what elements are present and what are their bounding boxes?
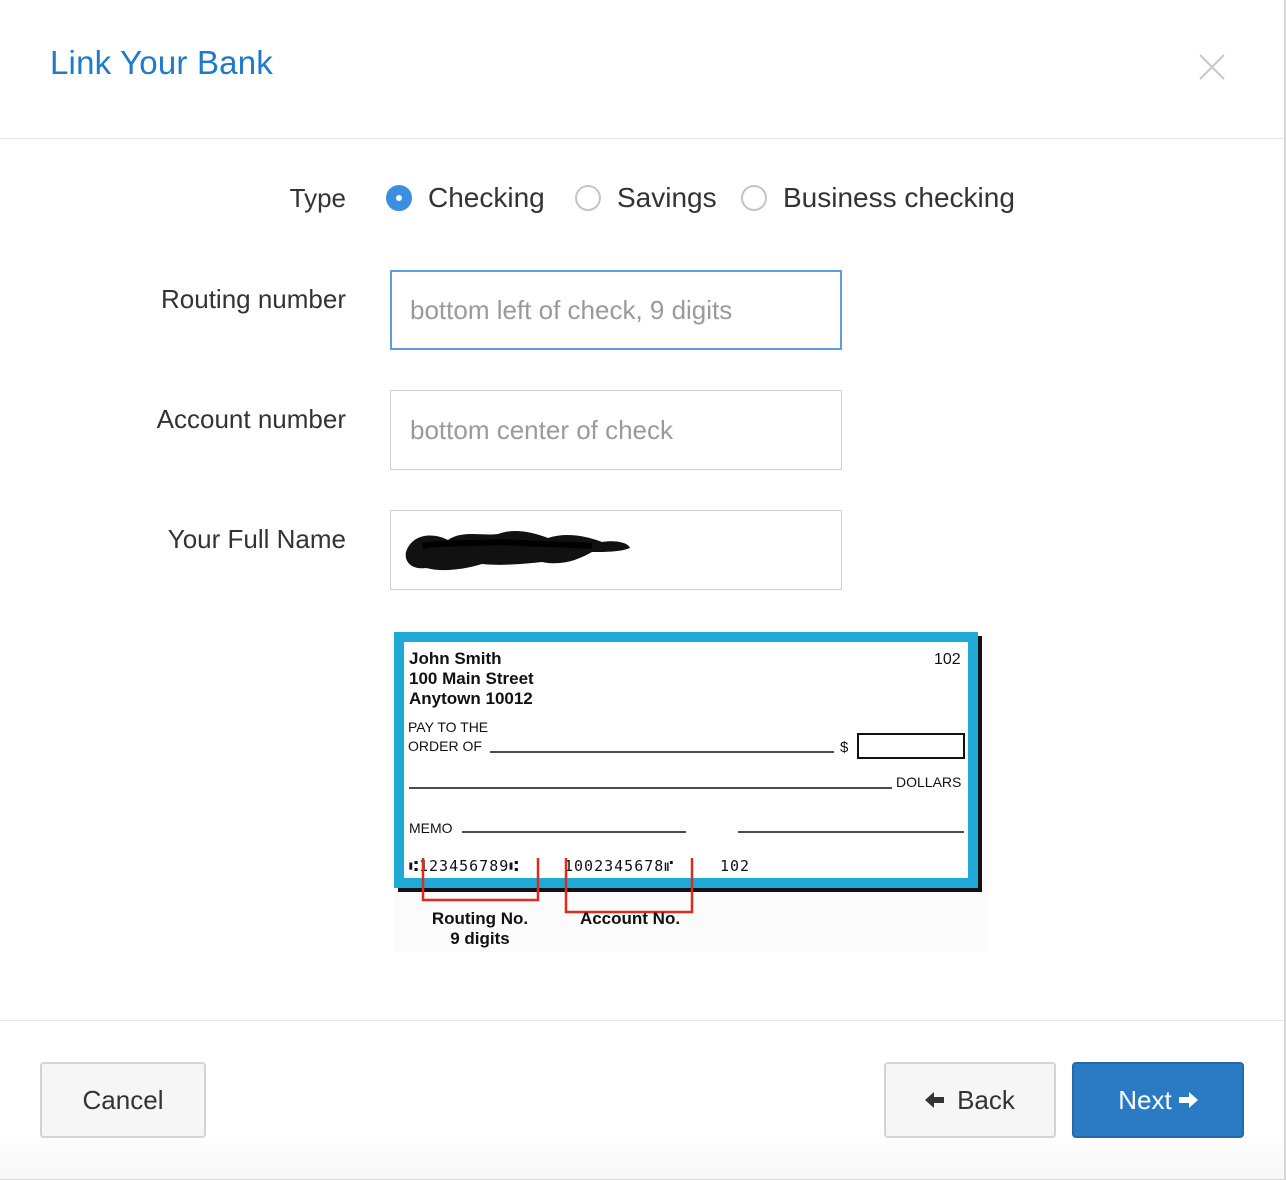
- radio-label: Checking: [428, 182, 545, 213]
- check-name: John Smith: [409, 649, 502, 668]
- account-number-input[interactable]: [390, 390, 842, 470]
- micr-routing: ⑆123456789⑆: [409, 857, 519, 875]
- pay-to-line-2: ORDER OF: [408, 738, 482, 754]
- routing-digits-caption: 9 digits: [450, 929, 510, 948]
- radio-checking[interactable]: Checking: [386, 182, 545, 214]
- routing-number-label: Routing number: [161, 284, 346, 314]
- routing-caption: Routing No.: [432, 909, 528, 928]
- cancel-label: Cancel: [82, 1084, 164, 1115]
- check-number: 102: [934, 651, 961, 668]
- radio-unchecked-icon: [575, 185, 601, 211]
- radio-savings[interactable]: Savings: [575, 182, 717, 214]
- back-label: Back: [957, 1084, 1015, 1115]
- radio-unchecked-icon: [741, 185, 767, 211]
- modal-header: Link Your Bank: [0, 0, 1284, 139]
- next-button[interactable]: Next: [1072, 1062, 1244, 1138]
- check-city: Anytown 10012: [409, 689, 533, 708]
- micr-check-number: 102: [720, 857, 750, 875]
- redacted-name-scribble: [405, 531, 630, 571]
- memo-label: MEMO: [409, 820, 453, 836]
- link-bank-modal: Link Your Bank Type Checking Savings Bus…: [0, 0, 1286, 1180]
- micr-account: 1002345678⑈: [564, 857, 674, 875]
- arrow-left-icon: [925, 1092, 945, 1108]
- dollar-sign: $: [840, 739, 849, 756]
- modal-title: Link Your Bank: [50, 44, 273, 81]
- radio-business-checking[interactable]: Business checking: [741, 182, 1015, 214]
- check-street: 100 Main Street: [409, 669, 534, 688]
- account-caption: Account No.: [580, 909, 680, 928]
- full-name-label: Your Full Name: [167, 524, 346, 554]
- radio-label: Business checking: [783, 182, 1015, 213]
- cancel-button[interactable]: Cancel: [40, 1062, 206, 1138]
- dollars-label: DOLLARS: [896, 774, 961, 790]
- routing-number-input[interactable]: [390, 270, 842, 350]
- arrow-right-icon: [1178, 1092, 1198, 1108]
- close-icon[interactable]: [1196, 51, 1228, 83]
- back-button[interactable]: Back: [884, 1062, 1056, 1138]
- pay-to-line-1: PAY TO THE: [408, 719, 488, 735]
- radio-checked-icon: [386, 185, 412, 211]
- radio-label: Savings: [617, 182, 717, 213]
- sample-check-image: John Smith 100 Main Street Anytown 10012…: [394, 632, 988, 952]
- next-label: Next: [1118, 1084, 1172, 1115]
- type-label: Type: [289, 183, 346, 213]
- account-number-label: Account number: [156, 404, 346, 434]
